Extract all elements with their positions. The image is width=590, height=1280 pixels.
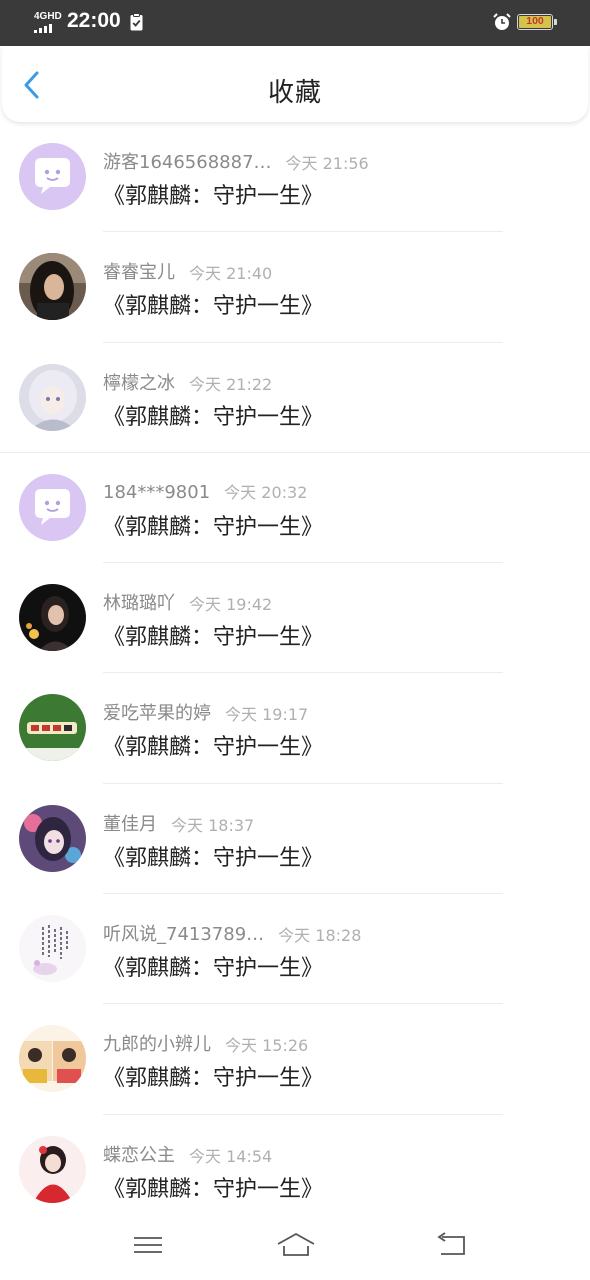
network-type: 4GHD <box>34 11 62 22</box>
back-icon[interactable] <box>433 1230 469 1260</box>
favorite-title[interactable]: 《郭麒麟：守护一生》 <box>103 1171 323 1203</box>
list-item[interactable]: 睿睿宝儿 今天 21:40 《郭麒麟：守护一生》 <box>0 232 590 343</box>
list-item[interactable]: 蝶恋公主 今天 14:54 《郭麒麟：守护一生》 <box>0 1115 590 1225</box>
page-title: 收藏 <box>267 78 322 108</box>
avatar[interactable] <box>19 253 86 321</box>
home-icon[interactable] <box>275 1230 317 1260</box>
calligraphy-avatar-icon <box>19 915 86 983</box>
battery-level: 100 <box>526 15 544 27</box>
header-bar: 收藏 <box>2 46 588 122</box>
battery-icon: 100 <box>517 14 557 30</box>
chat-bubble-icon <box>19 143 86 210</box>
favorite-title[interactable]: 《郭麒麟：守护一生》 <box>103 509 323 541</box>
clipboard-icon <box>130 13 143 31</box>
avatar[interactable] <box>19 694 86 762</box>
post-time: 今天 18:37 <box>171 815 255 835</box>
avatar[interactable] <box>19 143 86 210</box>
user-name[interactable]: 游客1646568887… <box>103 148 272 174</box>
costume-avatar-icon <box>19 1135 86 1203</box>
post-time: 今天 20:32 <box>224 482 308 502</box>
avatar[interactable] <box>19 915 86 983</box>
post-time: 今天 15:26 <box>225 1036 309 1056</box>
favorite-title[interactable]: 《郭麒麟：守护一生》 <box>103 399 323 431</box>
favorite-title[interactable]: 《郭麒麟：守护一生》 <box>103 950 323 982</box>
avatar[interactable] <box>19 804 86 872</box>
user-name[interactable]: 184***9801 <box>103 482 210 503</box>
favorites-list: 游客1646568887… 今天 21:56 《郭麒麟：守护一生》 睿睿宝儿 今天 … <box>0 122 590 1225</box>
list-item[interactable]: 爱吃苹果的婷 今天 19:17 《郭麒麟：守护一生》 <box>0 673 590 784</box>
anime-avatar-icon <box>19 804 86 872</box>
photo-avatar-icon <box>19 253 86 321</box>
user-name[interactable]: 爱吃苹果的婷 <box>103 699 211 725</box>
menu-icon[interactable] <box>130 1230 166 1260</box>
favorite-title[interactable]: 《郭麒麟：守护一生》 <box>103 178 323 210</box>
user-name[interactable]: 董佳月 <box>103 810 157 836</box>
list-item[interactable]: 董佳月 今天 18:37 《郭麒麟：守护一生》 <box>0 784 590 895</box>
avatar[interactable] <box>19 1025 86 1093</box>
list-item[interactable]: 九郎的小辨儿 今天 15:26 《郭麒麟：守护一生》 <box>0 1004 590 1115</box>
post-time: 今天 19:42 <box>189 595 273 615</box>
list-item[interactable]: 林璐璐吖 今天 19:42 《郭麒麟：守护一生》 <box>0 563 590 674</box>
favorite-title[interactable]: 《郭麒麟：守护一生》 <box>103 729 323 761</box>
post-time: 今天 21:56 <box>285 154 369 173</box>
avatar[interactable] <box>19 1135 86 1203</box>
photo-avatar-icon <box>19 584 86 652</box>
post-time: 今天 18:28 <box>278 926 362 946</box>
post-time: 今天 14:54 <box>189 1146 273 1166</box>
status-time: 22:00 <box>67 9 121 32</box>
user-name[interactable]: 九郎的小辨儿 <box>103 1030 211 1056</box>
anime-avatar-icon <box>19 363 86 431</box>
list-item[interactable]: 听风说_7413789… 今天 18:28 《郭麒麟：守护一生》 <box>0 894 590 1005</box>
post-time: 今天 21:40 <box>189 264 273 284</box>
avatar[interactable] <box>19 584 86 652</box>
user-name[interactable]: 听风说_7413789… <box>103 920 264 946</box>
list-item[interactable]: 檸檬之冰 今天 21:22 《郭麒麟：守护一生》 <box>0 343 590 453</box>
user-name[interactable]: 睿睿宝儿 <box>103 258 175 284</box>
user-name[interactable]: 蝶恋公主 <box>103 1141 175 1167</box>
chat-bubble-icon <box>19 473 86 541</box>
status-bar: 4GHD 22:00 100 <box>0 0 590 46</box>
list-item[interactable]: 184***9801 今天 20:32 《郭麒麟：守护一生》 <box>0 453 590 564</box>
avatar[interactable] <box>19 473 86 541</box>
favorite-title[interactable]: 《郭麒麟：守护一生》 <box>103 619 323 651</box>
system-nav-bar <box>0 1218 590 1280</box>
avatar[interactable] <box>19 363 86 431</box>
user-name[interactable]: 檸檬之冰 <box>103 369 175 395</box>
post-time: 今天 19:17 <box>225 705 309 725</box>
green-sticker-avatar-icon <box>19 694 86 762</box>
alarm-icon <box>493 13 511 30</box>
user-name[interactable]: 林璐璐吖 <box>103 589 175 615</box>
favorite-title[interactable]: 《郭麒麟：守护一生》 <box>103 840 323 872</box>
post-time: 今天 21:22 <box>189 374 273 394</box>
favorite-title[interactable]: 《郭麒麟：守护一生》 <box>103 288 323 320</box>
signal-icon: 4GHD <box>34 11 62 33</box>
list-item[interactable]: 游客1646568887… 今天 21:56 《郭麒麟：守护一生》 <box>0 122 590 233</box>
photo-avatar-icon <box>19 1025 86 1093</box>
favorite-title[interactable]: 《郭麒麟：守护一生》 <box>103 1060 323 1092</box>
